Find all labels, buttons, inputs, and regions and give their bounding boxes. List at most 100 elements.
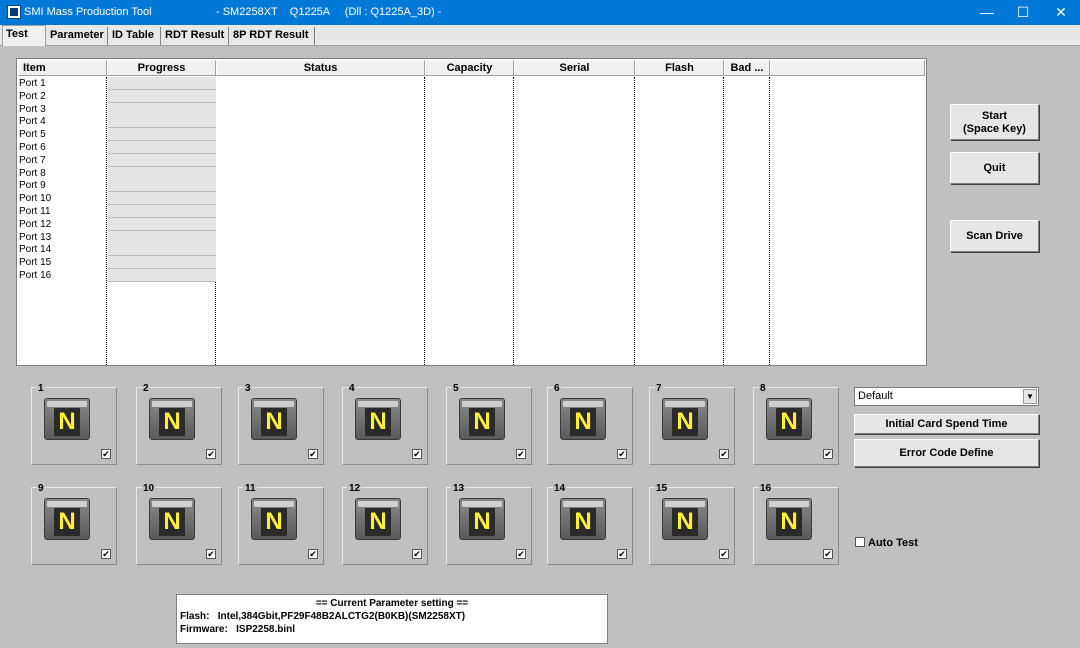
port-checkbox[interactable]: ✔ bbox=[823, 449, 833, 459]
tab-id-table[interactable]: ID Table bbox=[109, 27, 161, 45]
auto-test-checkbox[interactable]: Auto Test bbox=[855, 537, 918, 549]
list-item[interactable]: Port 14 bbox=[19, 243, 51, 256]
drive-status-letter: N bbox=[672, 508, 698, 536]
window-title: SMI Mass Production Tool bbox=[24, 6, 152, 18]
port-tile[interactable]: 10 N ✔ bbox=[136, 483, 222, 565]
drive-status-letter: N bbox=[365, 408, 391, 436]
port-checkbox[interactable]: ✔ bbox=[617, 549, 627, 559]
column-item[interactable]: Item bbox=[18, 60, 107, 76]
list-item[interactable]: Port 1 bbox=[19, 77, 46, 90]
port-number: 8 bbox=[759, 383, 767, 394]
port-number: 11 bbox=[244, 483, 257, 494]
column-divider bbox=[424, 77, 425, 365]
port-tile[interactable]: 16 N ✔ bbox=[753, 483, 839, 565]
port-tile[interactable]: 14 N ✔ bbox=[547, 483, 633, 565]
close-button[interactable]: ✕ bbox=[1042, 0, 1080, 25]
progress-cell bbox=[108, 128, 216, 142]
start-button[interactable]: Start (Space Key) bbox=[950, 104, 1039, 140]
drive-status-letter: N bbox=[469, 508, 495, 536]
column-bad[interactable]: Bad ... bbox=[724, 60, 770, 76]
initial-card-spend-time-button[interactable]: Initial Card Spend Time bbox=[854, 414, 1039, 434]
port-checkbox[interactable]: ✔ bbox=[206, 549, 216, 559]
progress-cell bbox=[108, 166, 216, 180]
window-title-detail: - SM2258XT Q1225A (Dll : Q1225A_3D) - bbox=[216, 6, 442, 18]
list-item[interactable]: Port 8 bbox=[19, 167, 46, 180]
list-item[interactable]: Port 16 bbox=[19, 269, 51, 282]
progress-cell bbox=[108, 141, 216, 154]
checkbox-icon[interactable] bbox=[855, 537, 865, 547]
column-capacity[interactable]: Capacity bbox=[425, 60, 514, 76]
column-status[interactable]: Status bbox=[216, 60, 425, 76]
column-serial[interactable]: Serial bbox=[514, 60, 635, 76]
port-tile[interactable]: 6 N ✔ bbox=[547, 383, 633, 465]
list-item[interactable]: Port 5 bbox=[19, 128, 46, 141]
list-item[interactable]: Port 6 bbox=[19, 141, 46, 154]
port-checkbox[interactable]: ✔ bbox=[719, 449, 729, 459]
port-checkbox[interactable]: ✔ bbox=[412, 549, 422, 559]
port-tile[interactable]: 15 N ✔ bbox=[649, 483, 735, 565]
quit-button[interactable]: Quit bbox=[950, 152, 1039, 184]
port-checkbox[interactable]: ✔ bbox=[823, 549, 833, 559]
port-tile[interactable]: 11 N ✔ bbox=[238, 483, 324, 565]
port-tile[interactable]: 1 N ✔ bbox=[31, 383, 117, 465]
tab-test[interactable]: Test bbox=[2, 25, 46, 46]
drive-status-letter: N bbox=[159, 508, 185, 536]
port-checkbox[interactable]: ✔ bbox=[308, 449, 318, 459]
error-code-define-button[interactable]: Error Code Define bbox=[854, 439, 1039, 467]
list-item[interactable]: Port 2 bbox=[19, 90, 46, 103]
mode-dropdown[interactable]: Default ▼ bbox=[854, 387, 1039, 406]
list-item[interactable]: Port 9 bbox=[19, 179, 46, 192]
port-tile[interactable]: 4 N ✔ bbox=[342, 383, 428, 465]
progress-cell bbox=[108, 102, 216, 116]
list-item[interactable]: Port 11 bbox=[19, 205, 51, 218]
chevron-down-icon[interactable]: ▼ bbox=[1023, 389, 1037, 404]
column-flash[interactable]: Flash bbox=[635, 60, 724, 76]
port-number: 5 bbox=[452, 383, 460, 394]
port-checkbox[interactable]: ✔ bbox=[308, 549, 318, 559]
drive-status-letter: N bbox=[159, 408, 185, 436]
port-number: 2 bbox=[142, 383, 150, 394]
tab-rdt-result[interactable]: RDT Result bbox=[162, 27, 229, 45]
port-number: 14 bbox=[553, 483, 567, 494]
list-item[interactable]: Port 13 bbox=[19, 231, 51, 244]
drive-status-letter: N bbox=[261, 508, 287, 536]
port-tile[interactable]: 7 N ✔ bbox=[649, 383, 735, 465]
port-tile[interactable]: 13 N ✔ bbox=[446, 483, 532, 565]
maximize-button[interactable]: ☐ bbox=[1004, 0, 1042, 25]
start-button-label: Start bbox=[981, 110, 1008, 122]
port-tile[interactable]: 8 N ✔ bbox=[753, 383, 839, 465]
drive-icon: N bbox=[44, 498, 90, 540]
drive-icon: N bbox=[251, 398, 297, 440]
port-list-view[interactable]: Item Progress Status Capacity Serial Fla… bbox=[16, 58, 927, 366]
port-checkbox[interactable]: ✔ bbox=[412, 449, 422, 459]
list-item[interactable]: Port 12 bbox=[19, 218, 51, 231]
list-item[interactable]: Port 10 bbox=[19, 192, 51, 205]
port-checkbox[interactable]: ✔ bbox=[101, 549, 111, 559]
port-tile[interactable]: 3 N ✔ bbox=[238, 383, 324, 465]
list-item[interactable]: Port 7 bbox=[19, 154, 46, 167]
scan-drive-button[interactable]: Scan Drive bbox=[950, 220, 1039, 252]
tab-8p-rdt-result[interactable]: 8P RDT Result bbox=[230, 27, 315, 45]
parameter-info-box: == Current Parameter setting == Flash: I… bbox=[176, 594, 608, 644]
list-item[interactable]: Port 4 bbox=[19, 115, 46, 128]
drive-status-letter: N bbox=[570, 408, 596, 436]
port-checkbox[interactable]: ✔ bbox=[617, 449, 627, 459]
port-tile[interactable]: 5 N ✔ bbox=[446, 383, 532, 465]
progress-cell bbox=[108, 192, 216, 206]
minimize-button[interactable]: — bbox=[968, 0, 1006, 25]
port-tile[interactable]: 9 N ✔ bbox=[31, 483, 117, 565]
port-checkbox[interactable]: ✔ bbox=[719, 549, 729, 559]
port-number: 6 bbox=[553, 383, 561, 394]
tab-parameter[interactable]: Parameter bbox=[47, 27, 108, 45]
port-checkbox[interactable]: ✔ bbox=[206, 449, 216, 459]
column-progress[interactable]: Progress bbox=[107, 60, 216, 76]
port-checkbox[interactable]: ✔ bbox=[516, 549, 526, 559]
list-item[interactable]: Port 3 bbox=[19, 103, 46, 116]
port-checkbox[interactable]: ✔ bbox=[101, 449, 111, 459]
port-tile[interactable]: 2 N ✔ bbox=[136, 383, 222, 465]
list-item[interactable]: Port 15 bbox=[19, 256, 51, 269]
drive-icon: N bbox=[560, 398, 606, 440]
port-tile[interactable]: 12 N ✔ bbox=[342, 483, 428, 565]
port-checkbox[interactable]: ✔ bbox=[516, 449, 526, 459]
column-divider bbox=[634, 77, 635, 365]
